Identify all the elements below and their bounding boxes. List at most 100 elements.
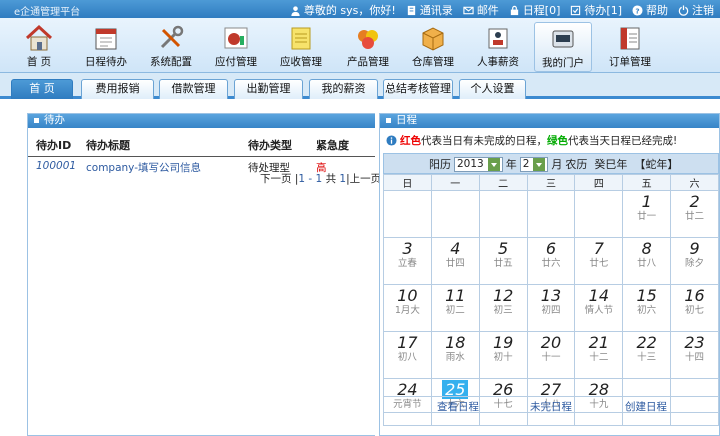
toolbar-home[interactable]: 首 页 [10, 22, 68, 72]
calendar-day-cell[interactable]: 15 初六 [622, 284, 672, 332]
next-page-link[interactable]: 下一页 [260, 173, 292, 185]
product-icon [358, 30, 378, 49]
logout-link[interactable]: 注销 [678, 2, 714, 18]
calendar-panel: 日程 红色代表当日有未完成的日程，绿色代表当天日程已经完成! 阳历 2013 年… [379, 113, 720, 436]
address-book-link[interactable]: 通讯录 [406, 2, 453, 18]
toolbar-orders[interactable]: 订单管理 [601, 22, 659, 72]
calendar-day-cell[interactable]: 18 雨水 [430, 331, 480, 379]
day-number: 19 [492, 333, 514, 352]
weekday-header: 日 [383, 174, 432, 191]
calendar-header: 阳历 2013 年 2 月 农历 癸巳年 【蛇年】 [383, 153, 719, 174]
calendar-legend-note: 红色代表当日有未完成的日程，绿色代表当天日程已经完成! [380, 128, 719, 148]
toolbar-payables[interactable]: 应付管理 [207, 22, 265, 72]
month-value: 2 [522, 157, 530, 170]
tab-expense-claim[interactable]: 费用报销 [81, 79, 154, 99]
calendar-day-cell[interactable]: 8 廿八 [622, 237, 672, 285]
module-toolbar: 首 页 日程待办 系统配置 应付管理 应收管理 产品管理 仓库管理 人事薪资 我… [0, 18, 720, 73]
zodiac: 【蛇年】 [634, 158, 679, 171]
calendar-panel-title: 日程 [380, 114, 719, 128]
tab-my-salary[interactable]: 我的薪资 [309, 79, 378, 99]
task-icon [571, 5, 581, 15]
schedule-link[interactable]: 日程[0] [509, 2, 561, 18]
unfinished-schedule-link[interactable]: 未完日程 [530, 399, 572, 414]
calendar-day-cell[interactable]: 23 十四 [670, 331, 719, 379]
box-icon [422, 27, 444, 51]
calendar-day-cell[interactable]: 11 初二 [430, 284, 480, 332]
calendar-day-cell[interactable]: 19 初十 [478, 331, 528, 379]
todo-link[interactable]: 待办[1] [570, 2, 622, 18]
todo-panel-title: 待办 [28, 114, 375, 128]
day-number: 1 [641, 192, 652, 211]
tab-loan-management[interactable]: 借款管理 [159, 79, 228, 99]
toolbar-warehouse[interactable]: 仓库管理 [404, 22, 462, 72]
calendar-day-cell[interactable]: 9 除夕 [670, 237, 719, 285]
pager: 下一页 |1 - 1 共 1|上一页 [260, 171, 381, 186]
calendar-day-cell[interactable]: 14 情人节 [574, 284, 624, 332]
calendar-day-cell[interactable]: 17 初八 [383, 331, 432, 379]
toolbar-orders-label: 订单管理 [609, 56, 651, 68]
help-link[interactable]: ? 帮助 [632, 2, 668, 18]
calendar-day-cell[interactable]: 22 十三 [622, 331, 672, 379]
calendar-day-cell[interactable]: 13 初四 [526, 284, 576, 332]
personnel-icon [488, 28, 508, 49]
chevron-down-icon [533, 157, 546, 171]
calendar-day-cell[interactable]: 20 十一 [526, 331, 576, 379]
create-schedule-link[interactable]: 创建日程 [625, 399, 667, 414]
calendar-day-cell[interactable]: 21 十二 [574, 331, 624, 379]
toolbar-hr-salary[interactable]: 人事薪资 [469, 22, 527, 72]
day-number: 16 [684, 286, 705, 305]
lunar-day: 廿六 [541, 258, 561, 269]
todo-panel: 待办 待办ID 待办标题 待办类型 紧急度 100001 company-填写公… [27, 113, 381, 436]
user-icon [291, 5, 300, 16]
day-number: 5 [498, 239, 509, 258]
home-icon [25, 24, 53, 51]
weekday-header: 三 [526, 174, 576, 191]
day-number: 9 [689, 239, 700, 258]
day-number: 18 [445, 333, 466, 352]
year-unit: 年 [505, 158, 517, 171]
calendar-empty-cell [430, 190, 480, 238]
legend-red: 红色 [400, 135, 421, 147]
calendar-day-cell[interactable]: 10 1月大 [383, 284, 432, 332]
address-book-icon [407, 5, 415, 15]
calendar-day-cell[interactable]: 5 廿五 [478, 237, 528, 285]
view-schedule-link[interactable]: 查看日程 [437, 399, 479, 414]
day-number: 14 [588, 286, 609, 305]
tab-summary-assessment[interactable]: 总结考核管理 [383, 79, 453, 99]
day-number: 8 [641, 239, 652, 258]
address-book-label: 通讯录 [419, 4, 453, 17]
year-select[interactable]: 2013 [454, 156, 503, 172]
weekday-header: 五 [622, 174, 672, 191]
todo-title-cell[interactable]: company-填写公司信息 [86, 160, 248, 175]
toolbar-receivables[interactable]: 应收管理 [272, 22, 330, 72]
tab-attendance[interactable]: 出勤管理 [234, 79, 303, 99]
calendar-day-cell[interactable]: 2 廿二 [670, 190, 719, 238]
tab-personal-settings[interactable]: 个人设置 [459, 79, 526, 99]
svg-text:?: ? [635, 6, 639, 15]
mail-link[interactable]: 邮件 [463, 2, 499, 18]
calendar-day-cell[interactable]: 3 立春 [383, 237, 432, 285]
tab-home[interactable]: 首 页 [11, 79, 73, 99]
todo-id-cell[interactable]: 100001 [28, 160, 86, 175]
lunar-day: 立春 [397, 258, 417, 269]
toolbar-my-portal[interactable]: 我的门户 [534, 22, 592, 72]
calendar-day-cell[interactable]: 12 初三 [478, 284, 528, 332]
month-select[interactable]: 2 [519, 156, 549, 172]
day-number: 15 [636, 286, 657, 305]
calendar-day-cell[interactable]: 7 廿七 [574, 237, 624, 285]
schedule-label: 日程[0] [522, 4, 561, 17]
app-title: e企通管理平台 [14, 7, 81, 18]
calendar-icon [95, 28, 117, 50]
calendar-day-cell[interactable]: 4 廿四 [430, 237, 480, 285]
calendar-day-cell[interactable]: 1 廿一 [622, 190, 672, 238]
info-icon [386, 135, 397, 146]
calendar-day-cell[interactable]: 16 初七 [670, 284, 719, 332]
day-number: 7 [593, 239, 604, 258]
calendar-day-cell[interactable]: 6 廿六 [526, 237, 576, 285]
lunar-label: 农历 [565, 158, 588, 171]
toolbar-schedule[interactable]: 日程待办 [77, 22, 135, 72]
toolbar-products[interactable]: 产品管理 [339, 22, 397, 72]
toolbar-system-config[interactable]: 系统配置 [142, 22, 200, 72]
help-label: 帮助 [646, 4, 668, 17]
prev-page-link[interactable]: 上一页 [350, 173, 382, 185]
